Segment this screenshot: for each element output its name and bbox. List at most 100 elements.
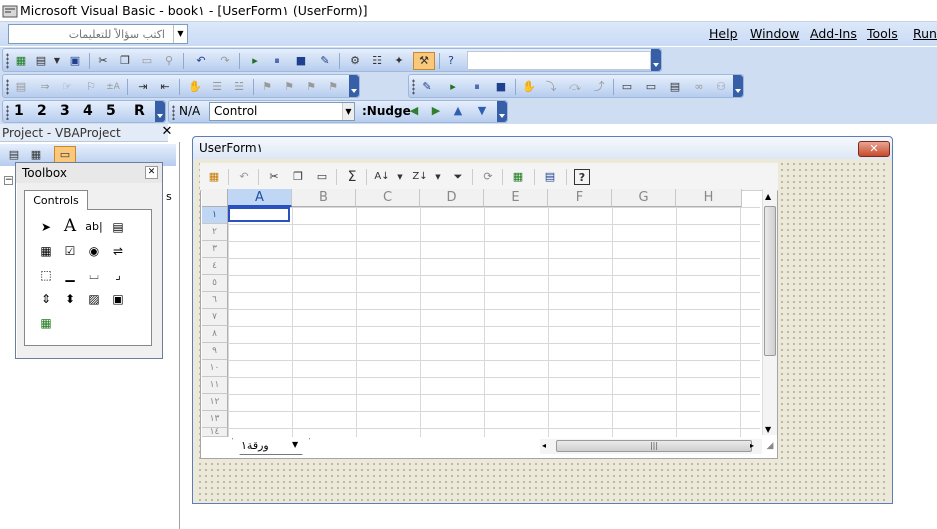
- align-digit-r[interactable]: R: [134, 103, 145, 119]
- close-icon[interactable]: ✕: [858, 141, 890, 157]
- chevron-down-icon[interactable]: ▼: [392, 169, 408, 185]
- toolbar-options-icon[interactable]: [733, 75, 743, 97]
- design-mode-icon[interactable]: ✎: [419, 79, 435, 95]
- chevron-down-icon[interactable]: ▼: [430, 169, 446, 185]
- save-icon[interactable]: ▣: [67, 53, 83, 69]
- step-out-icon[interactable]: ⤴: [591, 79, 607, 95]
- row-header[interactable]: ٩: [202, 343, 228, 360]
- toggle-bookmark-icon[interactable]: ⚑: [259, 79, 275, 95]
- autosum-icon[interactable]: Σ: [344, 169, 360, 185]
- properties-icon[interactable]: ☷: [369, 53, 385, 69]
- help-icon[interactable]: ?: [574, 169, 590, 185]
- vertical-scroll-thumb[interactable]: [764, 206, 776, 356]
- textbox-tool-icon[interactable]: ab|: [85, 218, 103, 236]
- checkbox-tool-icon[interactable]: ☑: [61, 242, 79, 260]
- scroll-up-icon[interactable]: ▲: [765, 192, 771, 201]
- view-object-icon[interactable]: ▦: [28, 147, 44, 163]
- help-search-input[interactable]: [9, 25, 169, 43]
- break-icon[interactable]: ⏸: [269, 53, 285, 69]
- step-into-icon[interactable]: ⤵: [543, 79, 559, 95]
- outdent-icon[interactable]: ⇤: [157, 79, 173, 95]
- list-properties-icon[interactable]: ▤: [13, 79, 29, 95]
- cut-icon[interactable]: ✂: [266, 169, 282, 185]
- column-header[interactable]: A: [228, 189, 292, 207]
- nudge-up-icon[interactable]: ▲: [450, 103, 466, 119]
- cut-icon[interactable]: ✂: [95, 53, 111, 69]
- spreadsheet-tool-icon[interactable]: ▦: [37, 314, 55, 332]
- column-header[interactable]: C: [356, 189, 420, 207]
- complete-word-icon[interactable]: ±A: [105, 79, 121, 95]
- control-select[interactable]: Control ▼: [209, 102, 355, 121]
- menu-run[interactable]: Run: [913, 26, 937, 41]
- menu-tools[interactable]: Tools: [867, 26, 898, 41]
- toolbar-grip[interactable]: [6, 53, 9, 69]
- help-icon[interactable]: ?: [443, 53, 459, 69]
- toggle-button-tool-icon[interactable]: ⇌: [109, 242, 127, 260]
- close-icon[interactable]: ✕: [160, 124, 174, 140]
- chevron-down-icon[interactable]: ▼: [173, 25, 187, 43]
- clear-bookmarks-icon[interactable]: ⚑: [325, 79, 341, 95]
- nudge-right-icon[interactable]: ▶: [428, 103, 444, 119]
- spinbutton-tool-icon[interactable]: ⬍: [61, 290, 79, 308]
- toolbar-grip[interactable]: [172, 105, 175, 120]
- column-header[interactable]: D: [420, 189, 484, 207]
- cell-grid[interactable]: [228, 207, 760, 437]
- break-icon[interactable]: ⏸: [469, 79, 485, 95]
- align-digit-3[interactable]: 3: [60, 103, 70, 119]
- paste-icon[interactable]: ▭: [314, 169, 330, 185]
- close-icon[interactable]: ✕: [145, 166, 158, 179]
- excel-icon[interactable]: ▦: [13, 53, 29, 69]
- image-tool-icon[interactable]: ▨: [85, 290, 103, 308]
- row-header[interactable]: ١٢: [202, 394, 228, 411]
- scroll-down-icon[interactable]: ▼: [765, 425, 771, 434]
- sheet-tab[interactable]: ورقة١: [232, 438, 310, 455]
- copy-icon[interactable]: ❐: [117, 53, 133, 69]
- copy-icon[interactable]: ❐: [290, 169, 306, 185]
- paste-icon[interactable]: ▭: [139, 53, 155, 69]
- uncomment-block-icon[interactable]: ☱: [231, 79, 247, 95]
- reset-icon[interactable]: ■: [493, 79, 509, 95]
- undo-icon[interactable]: ↶: [193, 53, 209, 69]
- row-header[interactable]: ١: [202, 207, 228, 224]
- toolbar-grip[interactable]: [6, 105, 9, 120]
- next-bookmark-icon[interactable]: ⚑: [281, 79, 297, 95]
- column-header[interactable]: F: [548, 189, 612, 207]
- row-header[interactable]: ٥: [202, 275, 228, 292]
- locals-window-icon[interactable]: ▭: [619, 79, 635, 95]
- pointer-tool-icon[interactable]: ➤: [37, 218, 55, 236]
- tabstrip-tool-icon[interactable]: ⌴: [85, 266, 103, 284]
- column-header[interactable]: B: [292, 189, 356, 207]
- column-header[interactable]: G: [612, 189, 676, 207]
- frame-tool-icon[interactable]: ⬚: [37, 266, 55, 284]
- commands-options-icon[interactable]: ▦: [206, 169, 222, 185]
- combobox-tool-icon[interactable]: ▤: [109, 218, 127, 236]
- object-browser-icon[interactable]: ✦: [391, 53, 407, 69]
- list-constants-icon[interactable]: ⇒: [37, 79, 53, 95]
- align-digit-5[interactable]: 5: [106, 103, 116, 119]
- toolbar-grip[interactable]: [412, 79, 415, 95]
- column-header[interactable]: H: [676, 189, 742, 207]
- step-over-icon[interactable]: ⤼: [567, 79, 583, 95]
- sort-ascending-icon[interactable]: A↓: [374, 169, 390, 185]
- toggle-breakpoint-icon[interactable]: ✋: [521, 79, 537, 95]
- reset-icon[interactable]: ■: [293, 53, 309, 69]
- menu-help[interactable]: Help: [709, 26, 738, 41]
- find-icon[interactable]: ⚲: [161, 53, 177, 69]
- scroll-left-icon[interactable]: ◂: [542, 441, 546, 450]
- row-header[interactable]: ١٤: [202, 428, 228, 437]
- comment-block-icon[interactable]: ☰: [209, 79, 225, 95]
- quick-info-icon[interactable]: ☞: [59, 79, 75, 95]
- toolbar-grip[interactable]: [6, 79, 9, 95]
- align-digit-2[interactable]: 2: [37, 103, 47, 119]
- autofilter-icon[interactable]: ⏷: [450, 169, 466, 185]
- option-button-tool-icon[interactable]: ◉: [85, 242, 103, 260]
- export-excel-icon[interactable]: ▦: [510, 169, 526, 185]
- watch-window-icon[interactable]: ▤: [667, 79, 683, 95]
- insert-userform-icon[interactable]: ▤: [33, 53, 49, 69]
- toolbar-options-icon[interactable]: [155, 101, 165, 122]
- resize-grip-icon[interactable]: ◢: [762, 441, 778, 455]
- menu-window[interactable]: Window: [750, 26, 799, 41]
- nudge-left-icon[interactable]: ◀: [406, 103, 422, 119]
- row-header[interactable]: ٧: [202, 309, 228, 326]
- previous-bookmark-icon[interactable]: ⚑: [303, 79, 319, 95]
